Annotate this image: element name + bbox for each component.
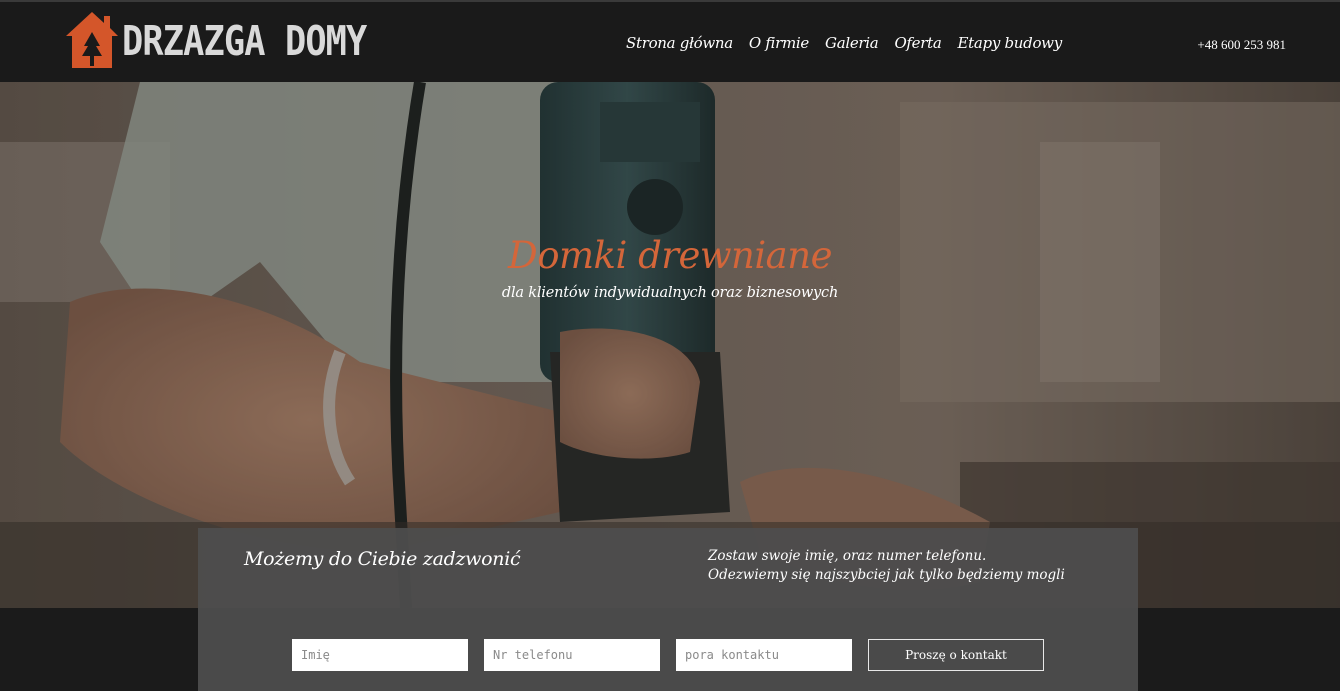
phone-input[interactable] xyxy=(484,639,660,671)
request-contact-button[interactable]: Proszę o kontakt xyxy=(868,639,1044,671)
page: DRZAZGA DOMY Strona główna O firmie Gale… xyxy=(0,0,1340,691)
main-nav: Strona główna O firmie Galeria Oferta Et… xyxy=(626,34,1078,52)
site-header: DRZAZGA DOMY Strona główna O firmie Gale… xyxy=(0,0,1340,82)
logo[interactable]: DRZAZGA DOMY xyxy=(64,10,406,72)
nav-home[interactable]: Strona główna xyxy=(626,34,733,52)
name-input[interactable] xyxy=(292,639,468,671)
contact-heading: Możemy do Ciebie zadzwonić xyxy=(244,548,521,570)
nav-gallery[interactable]: Galeria xyxy=(825,34,879,52)
hero-subtitle: dla klientów indywidualnych oraz bizneso… xyxy=(501,285,839,301)
contact-info-line-2: Odezwiemy się najszybciej jak tylko będz… xyxy=(708,567,1065,583)
nav-offer[interactable]: Oferta xyxy=(894,34,941,52)
nav-about[interactable]: O firmie xyxy=(749,34,809,52)
phone-number[interactable]: +48 600 253 981 xyxy=(1197,37,1286,53)
logo-text: DRZAZGA DOMY xyxy=(122,17,367,65)
contact-panel: Możemy do Ciebie zadzwonić Zostaw swoje … xyxy=(198,528,1138,691)
contact-info-line-1: Zostaw swoje imię, oraz numer telefonu. xyxy=(708,548,987,564)
contact-time-input[interactable] xyxy=(676,639,852,671)
contact-form: Proszę o kontakt xyxy=(292,639,1044,671)
hero-title: Domki drewniane xyxy=(508,234,832,277)
nav-build-stages[interactable]: Etapy budowy xyxy=(958,34,1063,52)
house-tree-logo-icon xyxy=(66,12,118,68)
contact-info: Zostaw swoje imię, oraz numer telefonu. … xyxy=(708,547,1065,585)
